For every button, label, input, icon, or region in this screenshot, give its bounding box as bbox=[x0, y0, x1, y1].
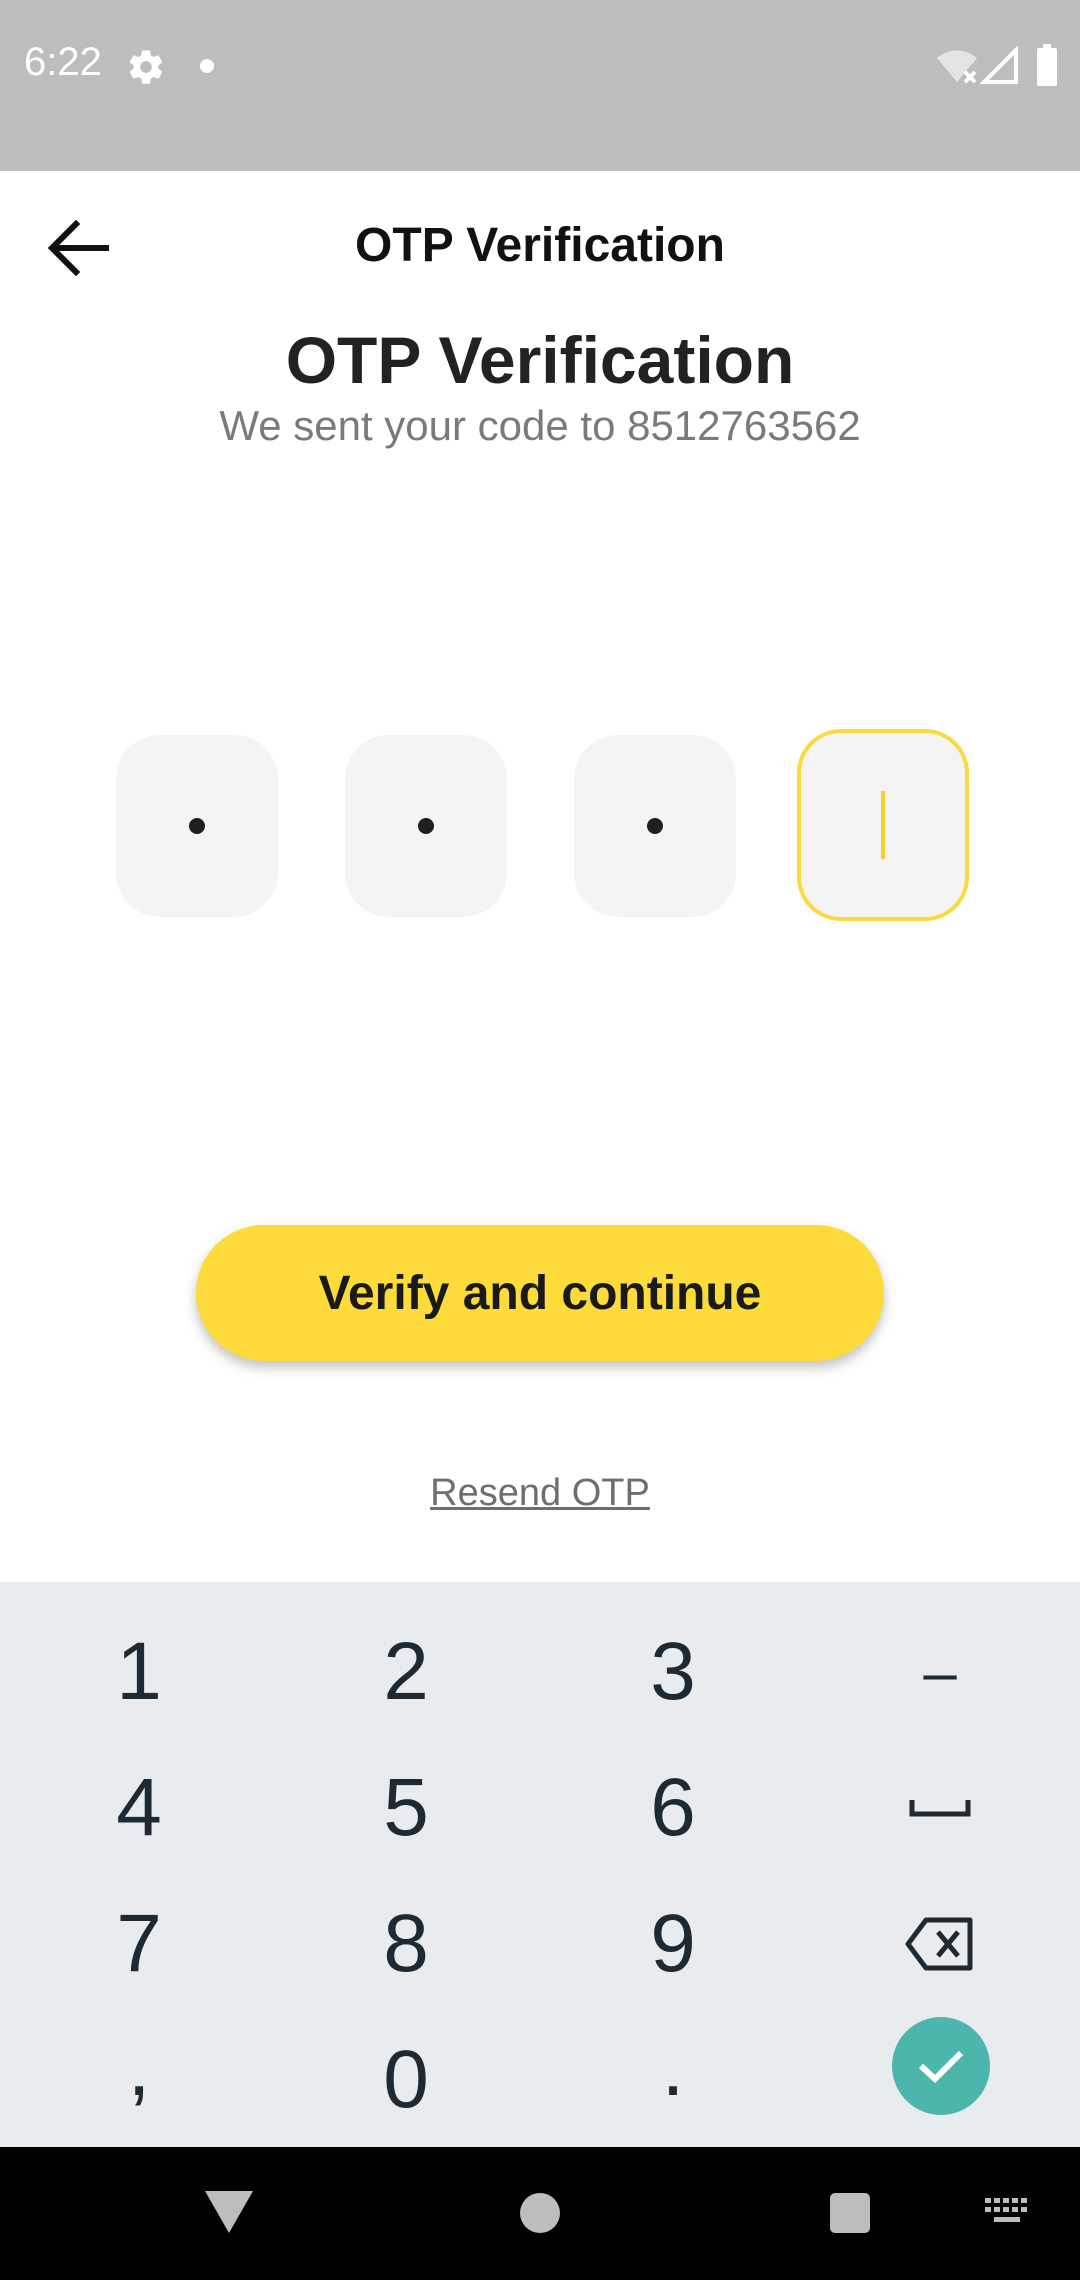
key-8[interactable]: 8 bbox=[273, 1876, 539, 2012]
page-title: OTP Verification bbox=[285, 323, 795, 397]
masked-digit-dot bbox=[647, 818, 663, 834]
notification-dot-icon bbox=[200, 59, 214, 73]
resend-otp-link[interactable]: Resend OTP bbox=[0, 1472, 1080, 1515]
otp-digit-2[interactable] bbox=[345, 735, 507, 917]
subtitle: We sent your code to 8512763562 bbox=[219, 402, 861, 449]
key-5[interactable]: 5 bbox=[273, 1740, 539, 1876]
key-done[interactable] bbox=[892, 2017, 990, 2115]
wifi-off-icon bbox=[937, 50, 977, 84]
masked-digit-dot bbox=[189, 818, 205, 834]
key-1[interactable]: 1 bbox=[6, 1604, 272, 1740]
recents-square-icon[interactable] bbox=[830, 2193, 870, 2233]
verify-and-continue-button[interactable]: Verify and continue bbox=[196, 1225, 884, 1361]
backspace-icon bbox=[905, 1917, 973, 1971]
space-icon bbox=[909, 1800, 971, 1817]
key-2[interactable]: 2 bbox=[273, 1604, 539, 1740]
key-space[interactable] bbox=[807, 1740, 1073, 1876]
key-period[interactable]: . bbox=[540, 2000, 806, 2136]
key-7[interactable]: 7 bbox=[6, 1876, 272, 2012]
back-triangle-icon[interactable] bbox=[203, 2187, 255, 2237]
status-time: 6:22 bbox=[24, 40, 102, 84]
text-cursor bbox=[881, 791, 885, 859]
home-circle-icon[interactable] bbox=[520, 2193, 560, 2233]
otp-digit-1[interactable] bbox=[116, 735, 278, 917]
key-4[interactable]: 4 bbox=[6, 1740, 272, 1876]
key-0[interactable]: 0 bbox=[273, 2012, 539, 2148]
app-bar-title: OTP Verification bbox=[355, 219, 725, 272]
key-6[interactable]: 6 bbox=[540, 1740, 806, 1876]
key-3[interactable]: 3 bbox=[540, 1604, 806, 1740]
key-backspace[interactable] bbox=[807, 1876, 1073, 2012]
gear-icon bbox=[129, 50, 163, 84]
masked-digit-dot bbox=[418, 818, 434, 834]
otp-digit-4[interactable] bbox=[797, 729, 969, 921]
key-9[interactable]: 9 bbox=[540, 1876, 806, 2012]
keyboard-icon[interactable] bbox=[985, 2198, 1029, 2226]
otp-digit-3[interactable] bbox=[574, 735, 736, 917]
signal-icon bbox=[980, 46, 1018, 84]
status-bar: 6:22 bbox=[0, 0, 1080, 171]
battery-icon bbox=[1037, 44, 1057, 86]
key-dash[interactable]: – bbox=[807, 1604, 1073, 1740]
check-icon bbox=[918, 2050, 964, 2084]
key-comma[interactable]: , bbox=[6, 2000, 272, 2136]
